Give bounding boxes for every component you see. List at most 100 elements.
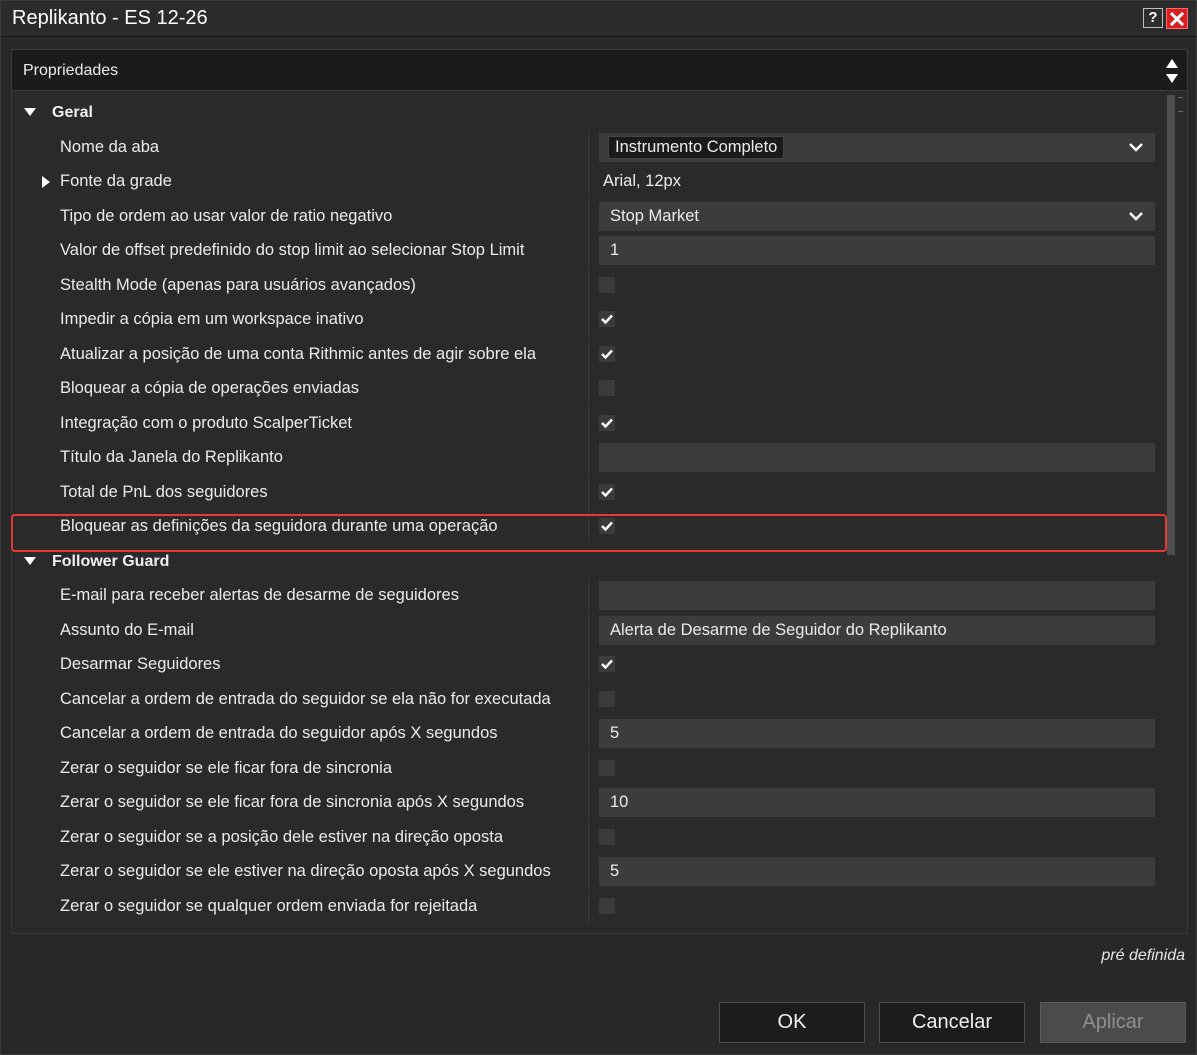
property-label: Assunto do E-mail [60, 620, 194, 639]
column-divider[interactable] [588, 681, 589, 716]
font-value[interactable]: Arial, 12px [603, 172, 681, 191]
scroll-thumb[interactable] [1167, 95, 1175, 555]
property-label: Zerar o seguidor se qualquer ordem envia… [60, 896, 478, 915]
property-row: Tipo de ordem ao usar valor de ratio neg… [12, 198, 1162, 233]
text-input[interactable]: 5 [599, 857, 1155, 886]
column-divider[interactable] [588, 371, 589, 405]
property-label: Bloquear as definições da seguidora dura… [60, 517, 498, 535]
checkmark-icon [601, 418, 613, 428]
text-input[interactable]: 10 [599, 788, 1155, 817]
property-label: Tipo de ordem ao usar valor de ratio neg… [60, 206, 393, 225]
help-button[interactable]: ? [1143, 8, 1163, 28]
checkmark-icon [601, 349, 613, 359]
column-divider[interactable] [588, 233, 589, 267]
checkbox[interactable] [599, 380, 615, 396]
column-divider[interactable] [588, 302, 589, 336]
input-value: 10 [610, 793, 629, 811]
category-geral[interactable]: Geral [12, 95, 1162, 129]
column-divider[interactable] [588, 164, 589, 198]
property-label: Desarmar Seguidores [60, 655, 221, 673]
checkmark-icon [601, 314, 613, 325]
column-divider[interactable] [588, 819, 589, 854]
property-label: Zerar o seguidor se ele estiver na direç… [60, 862, 551, 880]
cancel-button[interactable]: Cancelar [879, 1002, 1025, 1043]
dropdown-value: Instrumento Completo [608, 135, 785, 159]
property-label: Impedir a cópia em um workspace inativo [60, 310, 364, 328]
property-row: Zerar o seguidor se ele ficar fora de si… [12, 785, 1162, 819]
checkmark-icon [601, 659, 613, 670]
input-value: 5 [610, 724, 620, 742]
column-divider[interactable] [588, 750, 589, 785]
ok-button[interactable]: OK [719, 1002, 865, 1043]
property-row: E-mail para receber alertas de desarme d… [12, 578, 1162, 612]
column-divider[interactable] [588, 440, 589, 474]
property-label: Stealth Mode (apenas para usuários avanç… [60, 275, 416, 294]
property-grid: Geral Nome da aba Instrumento Completo Font… [11, 91, 1188, 934]
apply-button[interactable]: Aplicar [1040, 1002, 1186, 1043]
column-divider[interactable] [588, 405, 589, 440]
column-divider[interactable] [588, 578, 589, 612]
checkmark-icon [601, 487, 613, 497]
input-value: 5 [610, 862, 620, 880]
default-note: pré definida [1101, 947, 1185, 964]
text-input[interactable]: 5 [599, 719, 1155, 748]
column-divider[interactable] [588, 198, 589, 233]
property-row: Stealth Mode (apenas para usuários avanç… [12, 267, 1162, 302]
column-divider[interactable] [588, 509, 589, 543]
collapse-arrow-icon[interactable] [24, 556, 36, 565]
column-divider[interactable] [588, 888, 589, 923]
checkbox[interactable] [599, 276, 615, 293]
column-divider[interactable] [588, 474, 589, 509]
property-row: Desarmar Seguidores [12, 647, 1162, 681]
column-divider[interactable] [588, 267, 589, 302]
collapse-arrow-icon[interactable] [24, 108, 36, 116]
checkbox[interactable] [599, 690, 615, 707]
checkbox[interactable] [599, 345, 615, 362]
dropdown-select[interactable]: Stop Market [599, 201, 1155, 231]
property-row: Integração com o produto ScalperTicket [12, 405, 1162, 440]
category-follower-guard[interactable]: Follower Guard [12, 544, 1162, 578]
property-row: Zerar o seguidor se qualquer ordem envia… [12, 888, 1162, 923]
vertical-scrollbar[interactable] [1166, 91, 1184, 933]
checkbox[interactable] [599, 518, 615, 534]
property-label: Cancelar a ordem de entrada do seguidor … [60, 689, 551, 708]
dialog-window: Replikanto - ES 12-26 ? Propriedades Ger… [0, 0, 1197, 1055]
column-divider[interactable] [588, 854, 589, 888]
property-row: Cancelar a ordem de entrada do seguidor … [12, 716, 1162, 750]
checkbox[interactable] [599, 828, 615, 845]
dropdown-select[interactable]: Instrumento Completo [599, 132, 1155, 162]
property-label: Total de PnL dos seguidores [60, 482, 268, 501]
text-input[interactable] [599, 443, 1155, 472]
properties-title: Propriedades [23, 62, 119, 79]
text-input[interactable] [599, 581, 1155, 610]
close-button[interactable] [1166, 8, 1188, 29]
property-label: Zerar o seguidor se a posição dele estiv… [60, 827, 504, 846]
column-divider[interactable] [588, 785, 589, 819]
dropdown-value: Stop Market [610, 206, 699, 225]
property-row: Assunto do E-mail Alerta de Desarme de Se… [12, 612, 1162, 647]
column-divider[interactable] [588, 647, 589, 681]
chevron-down-icon [1129, 142, 1143, 152]
property-row: Zerar o seguidor se ele ficar fora de si… [12, 750, 1162, 785]
column-divider[interactable] [588, 716, 589, 750]
help-icon: ? [1148, 9, 1158, 26]
column-divider[interactable] [588, 612, 589, 647]
input-value: 1 [610, 241, 620, 259]
property-row: Impedir a cópia em um workspace inativo [12, 302, 1162, 336]
checkbox[interactable] [599, 311, 615, 327]
column-divider[interactable] [588, 129, 589, 164]
sort-icon[interactable] [1165, 57, 1179, 85]
checkbox[interactable] [599, 483, 615, 500]
title-bar[interactable]: Replikanto - ES 12-26 ? [1, 1, 1196, 37]
property-row: Zerar o seguidor se a posição dele estiv… [12, 819, 1162, 854]
checkbox[interactable] [599, 656, 615, 672]
column-divider[interactable] [588, 336, 589, 371]
property-label: Atualizar a posição de uma conta Rithmic… [60, 344, 537, 363]
text-input[interactable]: Alerta de Desarme de Seguidor do Replika… [599, 615, 1155, 645]
text-input[interactable]: 1 [599, 236, 1155, 265]
checkbox[interactable] [599, 897, 615, 914]
checkbox[interactable] [599, 759, 615, 776]
expand-arrow-icon[interactable] [42, 176, 50, 188]
chevron-down-icon [1129, 211, 1143, 221]
checkbox[interactable] [599, 414, 615, 431]
